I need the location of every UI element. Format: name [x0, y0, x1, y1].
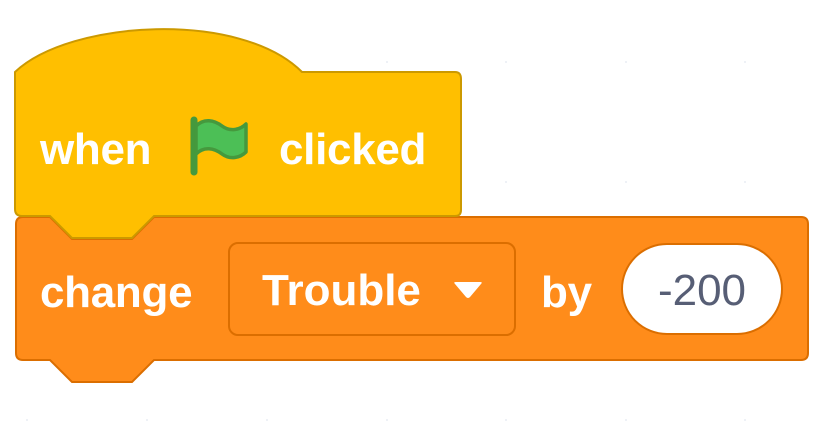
by-label: by	[541, 268, 592, 317]
scratch-workspace: when clicked change Trouble by -200	[0, 0, 835, 433]
change-amount-input[interactable]: -200	[621, 243, 783, 335]
variable-dropdown[interactable]: Trouble	[228, 242, 516, 336]
change-amount-value: -200	[657, 266, 747, 315]
block-stack[interactable]	[0, 0, 835, 433]
dropdown-arrow-icon	[454, 282, 482, 298]
when-label: when	[40, 125, 152, 174]
change-label: change	[40, 268, 193, 317]
green-flag-icon	[190, 116, 248, 176]
variable-dropdown-value: Trouble	[262, 266, 421, 315]
clicked-label: clicked	[279, 125, 427, 174]
